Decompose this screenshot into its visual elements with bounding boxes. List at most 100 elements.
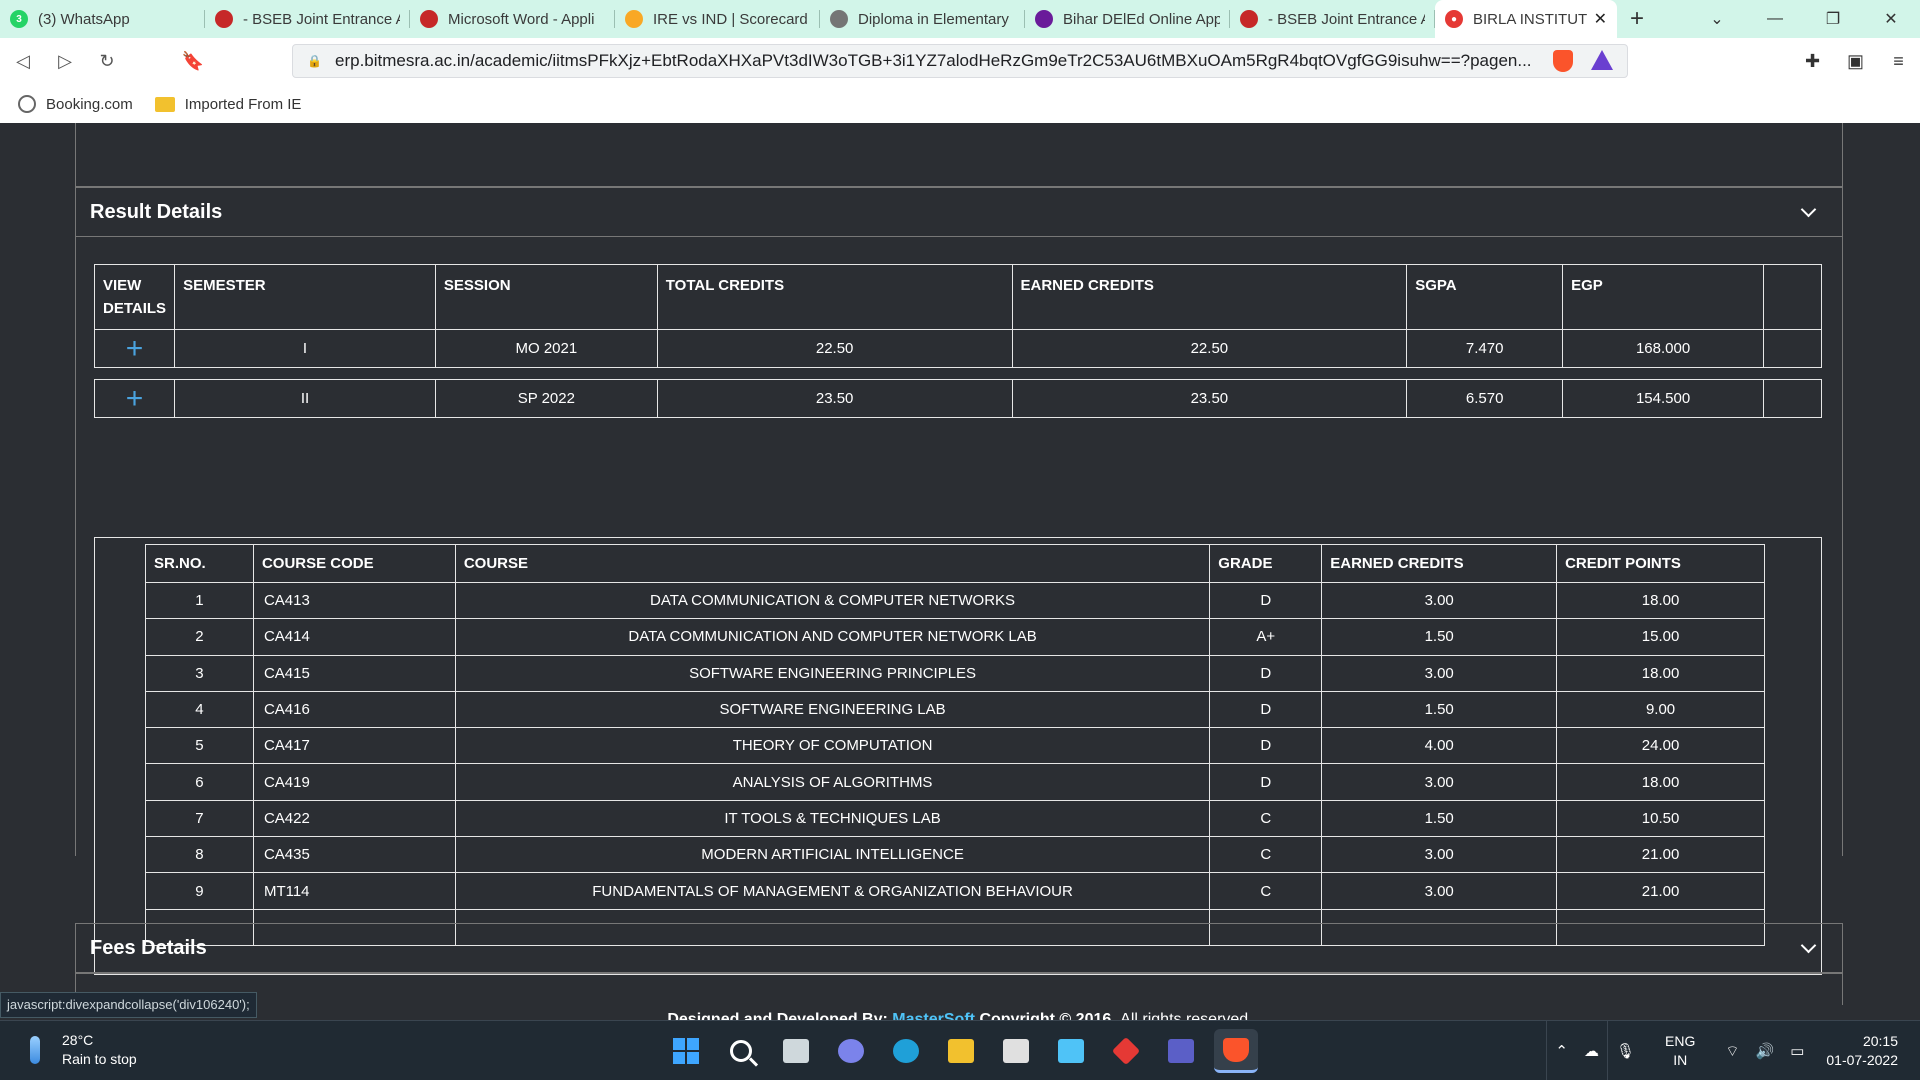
date: 01-07-2022 <box>1826 1052 1898 1068</box>
course-name-cell: DATA COMMUNICATION & COMPUTER NETWORKS <box>454 581 1211 620</box>
tray-overflow-icon[interactable]: ⌃ <box>1555 1042 1568 1060</box>
chat-icon <box>838 1039 864 1063</box>
col-earned-credits: EARNED CREDITS <box>1011 264 1408 330</box>
close-tab-icon[interactable]: ✕ <box>1588 9 1607 29</box>
tab-label: Microsoft Word - Appli <box>448 10 595 28</box>
col-sgpa: SGPA <box>1406 264 1564 330</box>
col-sr-no: SR.NO. <box>145 544 254 583</box>
course-row: 9 MT114 FUNDAMENTALS OF MANAGEMENT & ORGAN… <box>145 872 1765 910</box>
credit-points-cell: 21.00 <box>1556 836 1765 874</box>
course-code-cell: CA419 <box>252 763 456 801</box>
course-row: 7 CA422 IT TOOLS & TECHNIQUES LAB C 1.50 10.5… <box>145 799 1765 838</box>
tab-label: Bihar DElEd Online App <box>1063 10 1220 28</box>
reload-icon[interactable]: ↻ <box>88 51 126 72</box>
folder-icon <box>154 96 175 112</box>
expand-button[interactable]: + <box>93 379 176 418</box>
bookmark-booking[interactable]: Booking.com <box>18 95 133 113</box>
credit-points-cell: 21.00 <box>1556 872 1765 910</box>
store-app[interactable] <box>1049 1029 1093 1073</box>
col-course-code: COURSE CODE <box>252 544 456 583</box>
new-tab-icon[interactable]: + <box>1617 5 1657 33</box>
brave-rewards-icon[interactable] <box>1591 50 1613 70</box>
tab[interactable]: Microsoft Word - Appli <box>410 0 615 38</box>
restore-icon[interactable]: ❐ <box>1804 9 1862 29</box>
link-status-bubble: javascript:divexpandcollapse('div106240'… <box>0 992 257 1018</box>
volume-icon[interactable]: 🔊 <box>1756 1042 1775 1060</box>
windows-taskbar: 28°C Rain to stop ⌃ ☁ 🎙 ENG IN ⌔ 🔊 ▭ 20:… <box>0 1020 1920 1080</box>
task-view-button[interactable] <box>774 1029 818 1073</box>
course-name-cell: DATA COMMUNICATION AND COMPUTER NETWORK … <box>454 618 1211 656</box>
menu-icon[interactable]: ≡ <box>1877 51 1920 72</box>
course-name-cell: FUNDAMENTALS OF MANAGEMENT & ORGANIZATIO… <box>454 872 1211 910</box>
tab[interactable]: Bihar DElEd Online App <box>1025 0 1230 38</box>
bookmark-icon[interactable]: 🔖 <box>178 51 208 72</box>
tab[interactable]: 3 (3) WhatsApp <box>0 0 205 38</box>
teams-app[interactable] <box>1159 1029 1203 1073</box>
egp-cell: 168.000 <box>1562 329 1764 368</box>
grade-cell: C <box>1209 799 1323 838</box>
microphone-icon[interactable]: 🎙 <box>1616 1042 1635 1060</box>
course-row: 3 CA415 SOFTWARE ENGINEERING PRINCIPLES D 3.… <box>145 654 1765 692</box>
col-egp: EGP <box>1562 264 1764 330</box>
grade-cell: D <box>1209 654 1323 692</box>
total-credits-cell: 23.50 <box>656 379 1013 418</box>
battery-icon[interactable]: ▭ <box>1790 1042 1804 1060</box>
chevron-down-icon[interactable] <box>1800 201 1817 218</box>
tab-label: Diploma in Elementary <box>858 10 1009 28</box>
brave-app[interactable] <box>1214 1029 1258 1073</box>
course-code-cell: CA416 <box>252 690 456 729</box>
course-row: 2 CA414 DATA COMMUNICATION AND COMPUTER NE… <box>145 618 1765 656</box>
tab-label: - BSEB Joint Entrance A <box>243 10 400 28</box>
fees-details-header[interactable]: Fees Details <box>75 923 1843 973</box>
onedrive-icon[interactable]: ☁ <box>1584 1042 1599 1060</box>
course-row: 8 CA435 MODERN ARTIFICIAL INTELLIGENCE C 3.0… <box>145 836 1765 874</box>
tab[interactable]: IRE vs IND | Scorecard <box>615 0 820 38</box>
course-name-cell: THEORY OF COMPUTATION <box>454 727 1211 765</box>
red-app[interactable] <box>1104 1029 1148 1073</box>
region: IN <box>1673 1052 1688 1068</box>
edge-app[interactable] <box>884 1029 928 1073</box>
brave-shield-icon[interactable] <box>1553 50 1573 72</box>
semester-cell: I <box>174 329 436 368</box>
expand-button[interactable]: + <box>93 329 176 368</box>
bookmark-folder-ie[interactable]: Imported From IE <box>154 96 301 113</box>
start-button[interactable] <box>664 1029 708 1073</box>
course-name-cell: ANALYSIS OF ALGORITHMS <box>454 763 1211 801</box>
tab-active[interactable]: ● BIRLA INSTITUTE OF ✕ <box>1435 0 1617 38</box>
search-button[interactable] <box>719 1029 763 1073</box>
tab-search-chevron-icon[interactable]: ⌄ <box>1688 9 1746 29</box>
course-name-cell: SOFTWARE ENGINEERING LAB <box>454 690 1211 729</box>
result-details-header[interactable]: Result Details <box>75 187 1843 237</box>
address-bar[interactable]: 🔒 erp.bitmesra.ac.in/academic/iitmsPFkXj… <box>292 44 1628 78</box>
course-name-cell: SOFTWARE ENGINEERING PRINCIPLES <box>454 654 1211 692</box>
clock[interactable]: 20:15 01-07-2022 <box>1826 1032 1898 1070</box>
credit-points-cell: 15.00 <box>1556 618 1765 656</box>
file-explorer-app[interactable] <box>939 1029 983 1073</box>
wallet-icon[interactable]: ▣ <box>1834 51 1877 72</box>
bookmark-label: Booking.com <box>46 95 133 113</box>
tab[interactable]: Diploma in Elementary <box>820 0 1025 38</box>
forward-icon[interactable]: ▷ <box>46 51 84 72</box>
language-indicator[interactable]: ENG IN <box>1665 1032 1695 1070</box>
sr-no-cell: 7 <box>145 799 254 838</box>
weather-widget[interactable]: 28°C Rain to stop <box>30 1031 137 1069</box>
section-title: Fees Details <box>90 936 207 959</box>
mail-app[interactable] <box>994 1029 1038 1073</box>
extensions-icon[interactable]: ✚ <box>1791 51 1834 72</box>
minimize-icon[interactable]: — <box>1746 10 1804 28</box>
chat-app[interactable] <box>829 1029 873 1073</box>
col-credit-points: CREDIT POINTS <box>1556 544 1765 583</box>
col-semester: SEMESTER <box>174 264 436 330</box>
plus-icon[interactable]: + <box>126 382 144 415</box>
back-icon[interactable]: ◁ <box>4 51 42 72</box>
plus-icon[interactable]: + <box>126 332 144 365</box>
url-text[interactable]: erp.bitmesra.ac.in/academic/iitmsPFkXjz+… <box>335 51 1555 71</box>
chevron-down-icon[interactable] <box>1800 937 1817 954</box>
close-window-icon[interactable]: ✕ <box>1862 9 1920 29</box>
tab-label: BIRLA INSTITUTE OF <box>1473 10 1588 28</box>
sgpa-cell: 6.570 <box>1406 379 1564 418</box>
col-total-credits: TOTAL CREDITS <box>656 264 1013 330</box>
tab[interactable]: - BSEB Joint Entrance A <box>1230 0 1435 38</box>
wifi-icon[interactable]: ⌔ <box>1725 1042 1739 1061</box>
tab[interactable]: - BSEB Joint Entrance A <box>205 0 410 38</box>
